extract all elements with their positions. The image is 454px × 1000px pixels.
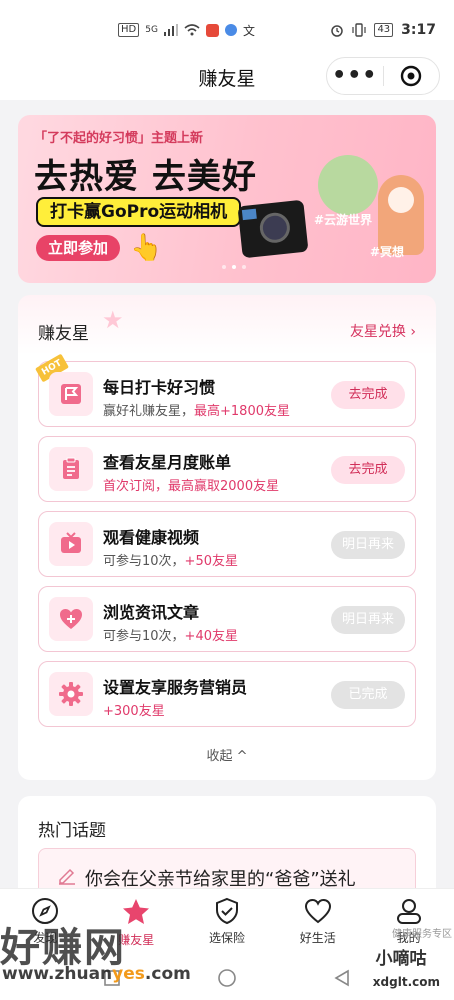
task-reward: 最高+1800友星 (194, 404, 290, 419)
home-icon[interactable] (217, 968, 237, 988)
wifi-icon (184, 24, 200, 36)
signal-label: 5G (145, 25, 158, 35)
pagination-dot (242, 265, 246, 269)
banner-title: 去热爱 去美好 (34, 157, 257, 197)
task-desc: +300友星 (103, 700, 165, 719)
tab-good-life[interactable]: 好生活 (272, 889, 363, 956)
watermark-badge: 小嘀咕 (366, 943, 436, 975)
battery-indicator: 43 (374, 23, 394, 37)
task-item[interactable]: 查看友星月度账单 首次订阅，最高赢取2000友星 去完成 (38, 436, 416, 502)
go-complete-button[interactable]: 去完成 (331, 381, 405, 409)
join-button[interactable]: 立即参加 (36, 235, 121, 261)
camera-illustration (237, 199, 309, 259)
collapse-button[interactable]: 收起 ^ (18, 745, 436, 764)
task-desc-text: 可参与10次， (103, 554, 185, 569)
clock: 3:17 (401, 22, 436, 38)
vibrate-icon (352, 23, 367, 37)
task-reward: +300友星 (103, 704, 165, 719)
close-miniapp-button[interactable] (383, 65, 439, 87)
tab-label: 好生活 (299, 931, 336, 945)
heart-icon (304, 898, 331, 924)
task-title: 设置友享服务营销员 (103, 678, 248, 697)
banner-hashtag-meditation: #冥想 (370, 245, 405, 259)
alarm-icon (331, 25, 344, 37)
star-decoration-icon: ★ (102, 306, 124, 334)
task-desc: 可参与10次，+40友星 (103, 625, 238, 644)
camera-screen (241, 208, 257, 221)
task-desc-text: 赢好礼赚友星， (103, 404, 195, 419)
shield-icon (215, 897, 238, 925)
task-item[interactable]: 设置友享服务营销员 +300友星 已完成 (38, 661, 416, 727)
watermark-url-part: .com (144, 964, 191, 984)
watermark-badge-url: xdglt.com (372, 975, 440, 989)
app-notification-icon-2 (224, 24, 237, 36)
completed-button[interactable]: 已完成 (331, 681, 405, 709)
heart-plus-icon (49, 597, 93, 641)
miniapp-capsule: ••• (326, 57, 440, 95)
signal-icon (163, 24, 178, 36)
gear-icon (49, 672, 93, 716)
banner-hashtag-travel: #云游世界 (314, 213, 373, 227)
task-item[interactable]: 观看健康视频 可参与10次，+50友星 明日再来 (38, 511, 416, 577)
banner-pagination (222, 265, 246, 269)
hot-topics-title: 热门话题 (38, 821, 106, 841)
banner-subtitle: 打卡赢GoPro运动相机 (36, 197, 242, 227)
task-title: 每日打卡好习惯 (103, 378, 216, 397)
task-desc: 首次订阅，最高赢取2000友星 (103, 475, 279, 494)
task-desc-text: 可参与10次， (103, 629, 185, 644)
task-reward: +40友星 (184, 629, 238, 644)
task-title: 观看健康视频 (103, 528, 200, 547)
task-reward: +50友星 (184, 554, 238, 569)
tab-insurance[interactable]: 选保险 (182, 889, 273, 956)
watermark-faded-text: 健康服务专区 (392, 929, 452, 940)
camera-lens (258, 211, 292, 245)
globe-illustration (318, 155, 378, 215)
text-notification-icon: 文 (242, 23, 255, 38)
task-desc: 可参与10次，+50友星 (103, 550, 238, 569)
earn-stars-card: 赚友星 ★ 友星兑换 › HOT 每日打卡好习惯 赢好礼赚友星，最高+1800友… (18, 295, 436, 780)
back-icon[interactable] (333, 969, 351, 987)
watermark-url-part: yes (112, 964, 145, 984)
pointing-hand-icon: 👆 (130, 233, 163, 263)
come-back-tomorrow-button[interactable]: 明日再来 (331, 606, 405, 634)
come-back-tomorrow-button[interactable]: 明日再来 (331, 531, 405, 559)
user-icon (396, 899, 421, 924)
banner-tag: 「了不起的好习惯」主题上新 (34, 131, 204, 146)
task-reward: 首次订阅，最高赢取2000友星 (103, 479, 280, 494)
hd-indicator: HD (118, 23, 140, 37)
title-bar: 赚友星 ••• (0, 57, 454, 100)
tab-label: 选保险 (208, 931, 245, 945)
task-item[interactable]: 浏览资讯文章 可参与10次，+40友星 明日再来 (38, 586, 416, 652)
watermark-url-part: www.zhuan (2, 964, 113, 984)
target-icon (401, 65, 422, 87)
star-exchange-link[interactable]: 友星兑换 › (350, 321, 416, 341)
clipboard-icon (49, 447, 93, 491)
task-title: 浏览资讯文章 (103, 603, 200, 622)
more-button[interactable]: ••• (327, 57, 383, 95)
go-complete-button[interactable]: 去完成 (331, 456, 405, 484)
flag-icon (49, 372, 93, 416)
illustration-face (388, 187, 414, 213)
task-desc: 赢好礼赚友星，最高+1800友星 (103, 400, 290, 419)
promo-banner[interactable]: 「了不起的好习惯」主题上新 去热爱 去美好 打卡赢GoPro运动相机 立即参加 … (18, 115, 436, 283)
pagination-dot-active (232, 265, 236, 269)
pagination-dot (222, 265, 226, 269)
watermark-url: www.zhuanyes.com (2, 964, 191, 984)
app-notification-icon (205, 23, 219, 37)
task-title: 查看友星月度账单 (103, 453, 232, 472)
pen-icon (59, 868, 75, 885)
task-item[interactable]: HOT 每日打卡好习惯 赢好礼赚友星，最高+1800友星 去完成 (35, 353, 416, 427)
tv-icon (49, 522, 93, 566)
card-title: 赚友星 (38, 324, 89, 344)
status-bar: HD 5G 文 43 3:17 (0, 0, 454, 60)
